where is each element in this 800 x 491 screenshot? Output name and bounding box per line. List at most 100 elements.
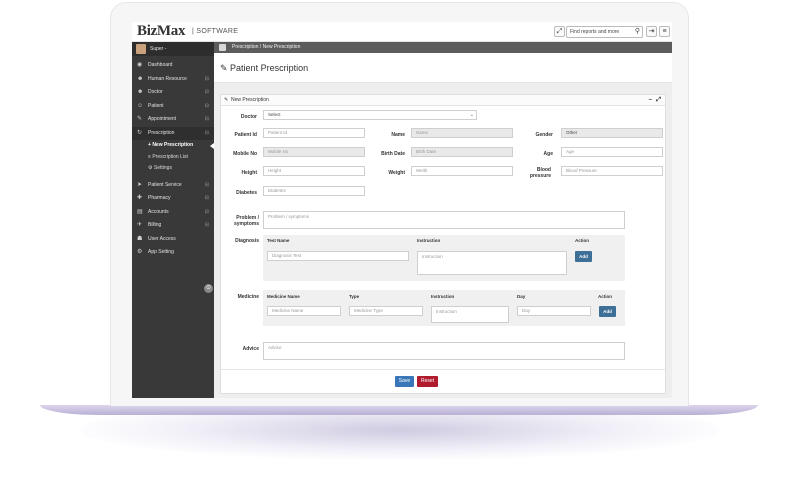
sidebar-item-human-resource[interactable]: ☻ Human Resource ⊟: [132, 73, 214, 87]
gender-label: Gender: [535, 132, 553, 138]
main-content: Prescription / New Prescription ✎ Patien…: [214, 42, 672, 398]
home-icon[interactable]: [219, 44, 226, 51]
diagnosis-col-instruction: Instruction: [417, 238, 441, 243]
patient-id-input[interactable]: Patient Id: [263, 128, 365, 138]
expand-icon[interactable]: ⤢: [656, 95, 661, 106]
medicine-day-input[interactable]: Day: [517, 306, 591, 316]
sidebar-item-prescription[interactable]: ↻ Prescription ⊟: [132, 126, 214, 140]
breadcrumb-separator: /: [259, 44, 262, 50]
medicine-instruction-textarea[interactable]: Instruction: [431, 306, 509, 323]
medicine-name-input[interactable]: Medicine Name: [267, 306, 341, 316]
medicine-type-placeholder: Medicine Type: [354, 308, 383, 313]
advice-textarea[interactable]: Advice: [263, 342, 625, 360]
sidebar-item-app-setting[interactable]: ⚙ App Setting: [132, 246, 214, 260]
diagnosis-col-test: Test Name: [267, 238, 290, 243]
sidebar-subitem-prescription-list[interactable]: ≡ Prescription List: [132, 152, 214, 164]
user-menu[interactable]: Super -: [132, 42, 214, 56]
sidebar-item-patient[interactable]: ☺ Patient ⊟: [132, 100, 214, 114]
expand-icon: ⊟: [204, 208, 209, 215]
height-input[interactable]: Height: [263, 166, 365, 176]
dashboard-icon: ◉: [137, 62, 143, 68]
height-label: Height: [241, 170, 257, 176]
arrow-icon: ➤: [137, 181, 143, 188]
add-diagnosis-button[interactable]: Add: [575, 251, 592, 262]
name-input[interactable]: Name: [411, 128, 513, 138]
blood-pressure-placeholder: Blood Pressure: [566, 168, 597, 173]
sidebar-subitem-new-prescription[interactable]: + New Prescription: [132, 140, 214, 152]
doctor-label: Doctor: [240, 114, 257, 120]
weight-input[interactable]: Weith: [411, 166, 513, 176]
chevron-down-icon: ⌄: [469, 112, 474, 118]
top-bar: BizMax | SOFTWARE ⤢ Find reports and mor…: [132, 22, 672, 42]
blood-pressure-input[interactable]: Blood Pressure: [561, 166, 663, 176]
save-button[interactable]: Save: [395, 376, 414, 387]
diagnosis-col-action: Action: [575, 238, 589, 243]
sidebar-item-label: Billing: [148, 222, 162, 228]
user-md-icon: ☻: [137, 89, 144, 95]
mobile-label: Mobile No: [233, 151, 257, 157]
brand-logo[interactable]: BizMax: [137, 23, 186, 40]
sidebar-item-label: Appointment: [148, 116, 177, 122]
sidebar-item-billing[interactable]: ✈ Billing ⊟: [132, 219, 214, 233]
birth-date-input[interactable]: Birth Date: [411, 147, 513, 157]
breadcrumb-parent[interactable]: Prescription: [232, 44, 258, 50]
expand-icon: ⊟: [204, 89, 209, 95]
logout-icon[interactable]: ⇥: [646, 26, 657, 37]
gender-select[interactable]: Other: [561, 128, 663, 138]
diabetes-label: Diabetes: [236, 190, 257, 196]
brand-suffix: SOFTWARE: [196, 28, 239, 35]
minimize-icon[interactable]: –: [649, 95, 652, 106]
medicine-day-placeholder: Day: [522, 308, 531, 313]
search-icon[interactable]: ⚲: [635, 27, 640, 37]
breadcrumb: Prescription / New Prescription: [214, 42, 672, 53]
device-base: [40, 405, 758, 415]
birth-date-label: Birth Date: [381, 151, 405, 157]
age-label: Age: [543, 151, 553, 157]
reset-button[interactable]: Reset: [417, 376, 438, 387]
sidebar-item-appointment[interactable]: ✎ Appointment ⊟: [132, 113, 214, 127]
diabetes-placeholder: Diabetes: [268, 188, 286, 193]
sidebar-subitem-settings[interactable]: ⚙ Settings: [132, 163, 214, 175]
problem-textarea[interactable]: Problem / symptoms: [263, 211, 625, 229]
sidebar-item-dashboard[interactable]: ◉ Dashboard: [132, 59, 214, 73]
sidebar-item-doctor[interactable]: ☻ Doctor ⊟: [132, 86, 214, 100]
sidebar-item-label: Patient Service: [148, 181, 182, 188]
medicine-type-input[interactable]: Medicine Type: [349, 306, 423, 316]
advice-placeholder: Advice: [268, 345, 282, 350]
panel-title: New Prescription: [231, 97, 269, 103]
doctor-select[interactable]: Select ⌄: [263, 110, 477, 120]
gear-icon: ⚙: [137, 249, 143, 255]
user-name: Super -: [150, 46, 167, 52]
expand-icon: ⊟: [204, 222, 209, 228]
fullscreen-icon[interactable]: ⤢: [554, 26, 565, 37]
sidebar-item-label: App Setting: [148, 249, 174, 255]
prescription-icon: ↻: [137, 129, 143, 136]
user-access-icon: ☗: [137, 235, 143, 242]
age-input[interactable]: Age: [561, 147, 663, 157]
edit-icon: ✎: [224, 97, 229, 103]
sidebar-collapse-button[interactable]: ⊙: [204, 284, 213, 293]
height-placeholder: Height: [268, 168, 282, 173]
search-input[interactable]: Find reports and more ⚲: [566, 26, 643, 38]
diabetes-input[interactable]: Diabetes: [263, 186, 365, 196]
medicine-instruction-placeholder: Instruction: [436, 309, 457, 314]
problem-placeholder: Problem / symptoms: [268, 214, 310, 219]
sidebar-item-label: Human Resource: [148, 75, 187, 82]
add-medicine-button[interactable]: Add: [599, 306, 616, 317]
sidebar-item-label: User Access: [148, 235, 176, 242]
sidebar-item-pharmacy[interactable]: ✚ Pharmacy ⊟: [132, 192, 214, 206]
mobile-input[interactable]: Mobile No: [263, 147, 365, 157]
patient-id-label: Patient Id: [234, 132, 257, 138]
diagnosis-instruction-textarea[interactable]: Instruction: [417, 251, 567, 275]
diagnosis-label: Diagnosis: [235, 238, 259, 244]
expand-icon: ⊟: [204, 195, 209, 201]
sidebar-item-patient-service[interactable]: ➤ Patient Service ⊟: [132, 179, 214, 193]
diagnosis-test-input[interactable]: Diagnosis Test: [267, 251, 409, 261]
sidebar-item-accounts[interactable]: ▤ Accounts ⊟: [132, 206, 214, 220]
expand-icon: ⊟: [204, 102, 209, 109]
doctor-select-value: Select: [268, 112, 281, 117]
menu-icon[interactable]: ≡: [659, 26, 670, 37]
blood-pressure-label: Blood pressure: [529, 167, 551, 179]
search-placeholder: Find reports and more: [570, 29, 620, 35]
sidebar-item-user-access[interactable]: ☗ User Access: [132, 233, 214, 247]
